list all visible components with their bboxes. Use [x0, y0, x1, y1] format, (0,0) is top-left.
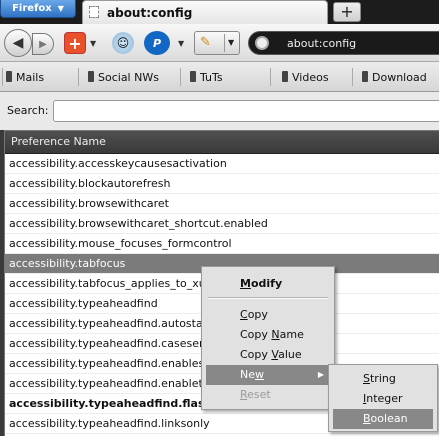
menu-item-modify[interactable]: Modify — [206, 274, 330, 294]
menu-accesskey: w — [255, 368, 264, 381]
bookmark-icon — [190, 71, 196, 82]
tab-about-config[interactable]: about:config — [82, 0, 328, 24]
firefox-menu-label: Firefox — [12, 3, 52, 14]
url-text: about:config — [287, 37, 357, 50]
menu-label-part: Ne — [240, 368, 255, 381]
submenu-arrow-icon: ▶ — [317, 370, 324, 379]
menu-label-part: alue — [278, 348, 302, 361]
navigation-bar: ◀ ▶ + ▼ ☺ P ▼ ✎ ▼ about:config — [0, 24, 439, 62]
tab-bar: Firefox ▼ about:config + — [0, 0, 439, 24]
menu-item-new[interactable]: New ▶ — [206, 365, 330, 385]
bookmark-mails[interactable]: Mails — [6, 71, 44, 84]
search-row: Search: — [0, 92, 439, 130]
menu-label-part: nteger — [366, 392, 403, 405]
forward-arrow-icon: ▶ — [39, 38, 47, 50]
bookmark-label: Mails — [16, 71, 45, 84]
bookmark-tuts[interactable]: TuTs — [190, 71, 223, 84]
table-row[interactable]: accessibility.blockautorefresh — [5, 174, 439, 194]
context-menu: Modify Copy Copy Name Copy Value New ▶ Re… — [201, 266, 335, 410]
back-arrow-icon: ◀ — [12, 35, 24, 51]
submenu-item-integer[interactable]: Integer — [333, 389, 433, 409]
bookmarks-toolbar: Mails Social NWs TuTs Videos Download — [0, 62, 439, 92]
menu-label-part: ame — [279, 328, 304, 341]
menu-label-part: Copy — [240, 348, 272, 361]
addon-p-icon[interactable]: P — [144, 31, 170, 55]
submenu-item-string[interactable]: String — [333, 369, 433, 389]
bookmark-icon — [362, 71, 368, 82]
chevron-down-icon: ▼ — [57, 4, 64, 13]
menu-label-part: opy — [247, 308, 268, 321]
menu-label-part: odify — [250, 277, 283, 290]
pencil-icon: ✎ — [200, 35, 211, 50]
menu-accesskey: N — [271, 328, 280, 341]
menu-accesskey: M — [240, 277, 251, 290]
blank-page-icon — [89, 6, 99, 18]
table-row[interactable]: accessibility.browsewithcaret — [5, 194, 439, 214]
menu-item-copy[interactable]: Copy — [206, 305, 330, 325]
menu-item-copy-name[interactable]: Copy Name — [206, 325, 330, 345]
firefox-menu-button[interactable]: Firefox ▼ — [0, 0, 76, 18]
bookmark-label: TuTs — [200, 71, 223, 84]
tab-title: about:config — [107, 6, 193, 20]
chevron-down-icon[interactable]: ▼ — [228, 38, 234, 47]
globe-icon — [255, 36, 269, 50]
bookmark-label: Social NWs — [98, 71, 159, 84]
menu-label-part: Copy — [240, 328, 272, 341]
menu-label-part: eset — [247, 388, 271, 401]
bookmark-icon — [282, 71, 288, 82]
chevron-down-icon[interactable]: ▼ — [178, 39, 184, 48]
new-tab-button[interactable]: + — [333, 2, 361, 22]
menu-item-copy-value[interactable]: Copy Value — [206, 345, 330, 365]
bookmark-label: Download — [372, 71, 427, 84]
table-row[interactable]: accessibility.mouse_focuses_formcontrol — [5, 234, 439, 254]
column-header-preference-name[interactable]: Preference Name — [5, 131, 439, 154]
table-row[interactable]: accessibility.accesskeycausesactivation — [5, 154, 439, 174]
bookmark-social-nws[interactable]: Social NWs — [88, 71, 159, 84]
back-button[interactable]: ◀ — [4, 29, 32, 57]
edit-addon-button[interactable]: ✎ ▼ — [194, 31, 240, 55]
bookmark-download[interactable]: Download — [362, 71, 427, 84]
divider — [270, 68, 271, 86]
menu-separator — [208, 297, 328, 299]
menu-accesskey: S — [363, 372, 370, 385]
plus-icon: + — [68, 33, 82, 53]
table-row[interactable]: accessibility.browsewithcaret_shortcut.e… — [5, 214, 439, 234]
menu-item-reset: Reset — [206, 385, 330, 405]
bookmark-icon — [88, 71, 94, 82]
divider — [352, 68, 353, 86]
forward-button[interactable]: ▶ — [32, 33, 54, 55]
bookmark-icon — [6, 71, 12, 82]
search-input[interactable] — [53, 100, 439, 122]
p-letter-icon: P — [152, 36, 162, 50]
menu-label-part: tring — [369, 372, 396, 385]
new-submenu: String Integer Boolean — [328, 364, 438, 432]
chevron-down-icon[interactable]: ▼ — [90, 39, 96, 48]
addon-plus-icon[interactable]: + — [64, 32, 86, 54]
menu-label-part: oolean — [370, 412, 408, 425]
addon-face-icon[interactable]: ☺ — [112, 32, 134, 54]
menu-accesskey: B — [363, 412, 371, 425]
url-bar[interactable]: about:config — [248, 31, 439, 55]
menu-accesskey: C — [240, 308, 248, 321]
bookmark-label: Videos — [292, 71, 329, 84]
bookmark-videos[interactable]: Videos — [282, 71, 329, 84]
divider — [224, 34, 225, 52]
submenu-item-boolean[interactable]: Boolean — [333, 409, 433, 429]
divider — [2, 68, 3, 86]
search-label: Search: — [7, 104, 49, 117]
divider — [180, 68, 181, 86]
divider — [78, 68, 79, 86]
